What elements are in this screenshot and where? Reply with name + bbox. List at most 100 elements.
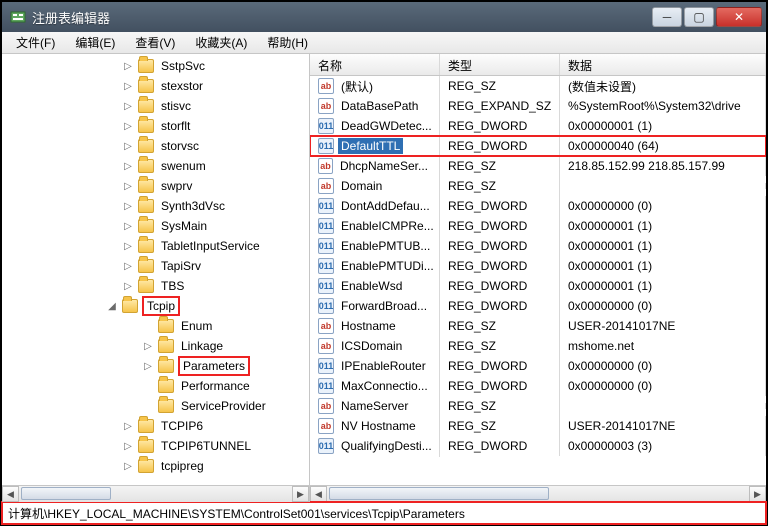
string-value-icon: ab (318, 398, 334, 414)
expand-icon[interactable]: ◢ (106, 301, 118, 312)
value-row[interactable]: 011DefaultTTLREG_DWORD0x00000040 (64) (310, 136, 766, 156)
value-name: Domain (338, 178, 385, 194)
tree-item[interactable]: ▷ storvsc (2, 136, 309, 156)
value-type: REG_DWORD (440, 116, 560, 136)
tree-item[interactable]: ▷swprv (2, 176, 309, 196)
expand-icon[interactable]: ▷ (122, 261, 134, 272)
expand-icon[interactable]: ▷ (122, 421, 134, 432)
expand-icon[interactable]: ▷ (122, 221, 134, 232)
value-type: REG_SZ (440, 396, 560, 416)
tree-item[interactable]: ▷ TCPIP6TUNNEL (2, 436, 309, 456)
tree-item[interactable]: ▷TapiSrv (2, 256, 309, 276)
tree-hscroll[interactable]: ◀ ▶ (2, 485, 309, 502)
expand-icon[interactable]: ▷ (122, 201, 134, 212)
tree-label: Tcpip (142, 296, 180, 316)
tree-item[interactable]: ▷SstpSvc (2, 56, 309, 76)
expand-icon[interactable]: ▷ (122, 441, 134, 452)
value-row[interactable]: 011ForwardBroad...REG_DWORD0x00000000 (0… (310, 296, 766, 316)
menu-favorites[interactable]: 收藏夹(A) (187, 32, 255, 53)
values-pane: 名称 类型 数据 ab(默认)REG_SZ(数值未设置)abDataBasePa… (310, 54, 766, 502)
tree-item[interactable]: ▷Synth3dVsc (2, 196, 309, 216)
expand-icon[interactable]: ▷ (122, 461, 134, 472)
expand-icon[interactable]: ▷ (122, 141, 134, 152)
value-row[interactable]: 011EnablePMTUDi...REG_DWORD0x00000001 (1… (310, 256, 766, 276)
tree-item[interactable]: Performance (2, 376, 309, 396)
menu-file[interactable]: 文件(F) (8, 32, 63, 53)
tree-item[interactable]: Enum (2, 316, 309, 336)
expand-icon[interactable]: ▷ (122, 241, 134, 252)
scroll-right-icon[interactable]: ▶ (292, 486, 309, 502)
value-type: REG_DWORD (440, 136, 560, 156)
expand-icon[interactable]: ▷ (142, 361, 154, 372)
value-row[interactable]: abNameServer REG_SZ (310, 396, 766, 416)
minimize-button[interactable]: ─ (652, 7, 682, 27)
expand-icon[interactable]: ▷ (122, 81, 134, 92)
value-row[interactable]: 011EnableICMPRe...REG_DWORD0x00000001 (1… (310, 216, 766, 236)
menu-help[interactable]: 帮助(H) (259, 32, 316, 53)
value-row[interactable]: 011DontAddDefau...REG_DWORD0x00000000 (0… (310, 196, 766, 216)
list-hscroll[interactable]: ◀ ▶ (310, 485, 766, 502)
tree-item[interactable]: ▷swenum (2, 156, 309, 176)
value-name: NameServer (338, 398, 411, 414)
tree-item[interactable]: ▷stisvc (2, 96, 309, 116)
col-type[interactable]: 类型 (440, 54, 560, 75)
tree-item[interactable]: ServiceProvider (2, 396, 309, 416)
string-value-icon: ab (318, 318, 334, 334)
menu-view[interactable]: 查看(V) (127, 32, 183, 53)
expand-icon[interactable]: ▷ (122, 281, 134, 292)
value-name: EnablePMTUB... (338, 238, 433, 254)
dword-value-icon: 011 (318, 138, 334, 154)
tree-item[interactable]: ▷Linkage (2, 336, 309, 356)
value-type: REG_SZ (440, 76, 560, 96)
tree-item[interactable]: ▷Parameters (2, 356, 309, 376)
value-row[interactable]: 011QualifyingDesti...REG_DWORD0x00000003… (310, 436, 766, 456)
expand-icon[interactable]: ▷ (122, 101, 134, 112)
tree-item[interactable]: ▷ SysMain (2, 216, 309, 236)
value-row[interactable]: abDataBasePathREG_EXPAND_SZ%SystemRoot%\… (310, 96, 766, 116)
expand-icon[interactable]: ▷ (122, 181, 134, 192)
registry-tree[interactable]: ▷SstpSvc▷stexstor▷stisvc▷storflt▷storvsc… (2, 54, 309, 485)
tree-item[interactable]: ▷storflt (2, 116, 309, 136)
value-row[interactable]: ab(默认)REG_SZ(数值未设置) (310, 76, 766, 96)
menu-edit[interactable]: 编辑(E) (67, 32, 123, 53)
tree-item[interactable]: ▷stexstor (2, 76, 309, 96)
value-name: ForwardBroad... (338, 298, 430, 314)
value-name: NV Hostname (338, 418, 419, 434)
value-row[interactable]: 011DeadGWDetec...REG_DWORD0x00000001 (1) (310, 116, 766, 136)
expand-icon[interactable]: ▷ (122, 61, 134, 72)
value-row[interactable]: abDhcpNameSer...REG_SZ218.85.152.99 218.… (310, 156, 766, 176)
close-button[interactable]: ✕ (716, 7, 762, 27)
scroll-left-icon[interactable]: ◀ (310, 486, 327, 502)
value-row[interactable]: abNV HostnameREG_SZUSER-20141017NE (310, 416, 766, 436)
tree-label: storvsc (158, 138, 202, 154)
value-row[interactable]: 011EnableWsdREG_DWORD0x00000001 (1) (310, 276, 766, 296)
value-type: REG_SZ (440, 316, 560, 336)
col-data[interactable]: 数据 (560, 54, 766, 75)
value-name: EnablePMTUDi... (338, 258, 437, 274)
expand-icon[interactable]: ▷ (142, 341, 154, 352)
tree-item[interactable]: ▷TBS (2, 276, 309, 296)
value-row[interactable]: abICSDomainREG_SZmshome.net (310, 336, 766, 356)
expand-icon[interactable]: ▷ (122, 161, 134, 172)
list-header[interactable]: 名称 类型 数据 (310, 54, 766, 76)
scroll-left-icon[interactable]: ◀ (2, 486, 19, 502)
scroll-right-icon[interactable]: ▶ (749, 486, 766, 502)
tree-item[interactable]: ▷TabletInputService (2, 236, 309, 256)
tree-label: SysMain (158, 218, 210, 234)
tree-item[interactable]: ▷TCPIP6 (2, 416, 309, 436)
expand-icon[interactable]: ▷ (122, 121, 134, 132)
value-row[interactable]: 011EnablePMTUB...REG_DWORD0x00000001 (1) (310, 236, 766, 256)
tree-label: TCPIP6TUNNEL (158, 438, 254, 454)
col-name[interactable]: 名称 (310, 54, 440, 75)
tree-item[interactable]: ◢ Tcpip (2, 296, 309, 316)
titlebar[interactable]: 注册表编辑器 ─ ▢ ✕ (2, 2, 766, 32)
value-row[interactable]: 011IPEnableRouterREG_DWORD0x00000000 (0) (310, 356, 766, 376)
value-name: DataBasePath (338, 98, 421, 114)
maximize-button[interactable]: ▢ (684, 7, 714, 27)
value-row[interactable]: abHostnameREG_SZUSER-20141017NE (310, 316, 766, 336)
values-list[interactable]: ab(默认)REG_SZ(数值未设置)abDataBasePathREG_EXP… (310, 76, 766, 485)
value-data: 0x00000000 (0) (560, 356, 766, 376)
value-row[interactable]: abDomainREG_SZ (310, 176, 766, 196)
value-row[interactable]: 011MaxConnectio...REG_DWORD0x00000000 (0… (310, 376, 766, 396)
tree-item[interactable]: ▷tcpipreg (2, 456, 309, 476)
